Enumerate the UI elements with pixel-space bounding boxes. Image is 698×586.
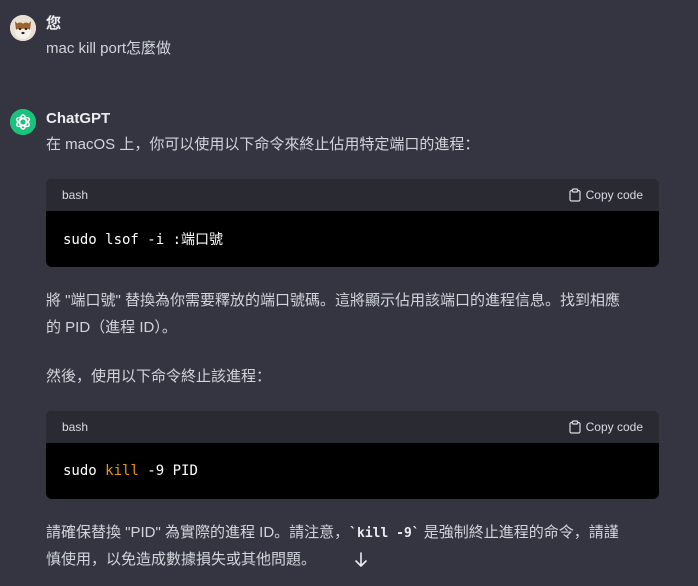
code-content: sudo kill -9 PID bbox=[46, 443, 659, 499]
clipboard-icon bbox=[569, 188, 581, 202]
assistant-intro: 在 macOS 上，你可以使用以下命令來終止佔用特定端口的進程： bbox=[46, 136, 480, 153]
paragraph-4-text-a: 請確保替換 "PID" 為實際的進程 ID。請注意， bbox=[46, 524, 350, 541]
chat-page: 您 mac kill port怎麼做 ChatGPT 在 macOS 上，你可以… bbox=[0, 0, 698, 586]
code-keyword: kill bbox=[105, 463, 139, 479]
inline-code: `kill -9` bbox=[349, 526, 420, 541]
user-avatar bbox=[10, 15, 36, 41]
openai-logo-icon bbox=[10, 109, 36, 135]
code-language: bash bbox=[62, 188, 89, 202]
copy-code-label: Copy code bbox=[585, 188, 643, 202]
paragraph-4-line-2: 慎使用，以免造成數據損失或其他問題。 bbox=[46, 551, 317, 568]
arrow-down-icon bbox=[355, 552, 367, 567]
paragraph-3: 然後，使用以下命令終止該進程： bbox=[46, 368, 272, 385]
clipboard-icon bbox=[569, 420, 581, 434]
paragraph-2-line-2: 的 PID（進程 ID）。 bbox=[46, 319, 177, 336]
paragraph-4-line-1: 請確保替換 "PID" 為實際的進程 ID。請注意，`kill -9` 是強制終… bbox=[46, 520, 619, 547]
user-name: 您 bbox=[46, 15, 62, 32]
code-line: sudo lsof -i :端口號 bbox=[63, 232, 224, 248]
copy-code-label: Copy code bbox=[585, 420, 643, 434]
paragraph-2-line-1: 將 "端口號" 替換為你需要釋放的端口號碼。這將顯示佔用該端口的進程信息。找到相… bbox=[46, 292, 620, 309]
code-block-header: bash Copy code bbox=[46, 179, 659, 211]
code-block-header: bash Copy code bbox=[46, 411, 659, 443]
assistant-name: ChatGPT bbox=[46, 110, 111, 127]
assistant-avatar bbox=[10, 109, 36, 135]
scroll-to-bottom-button[interactable] bbox=[347, 546, 375, 574]
code-block-1: bash Copy code sudo lsof -i :端口號 bbox=[46, 179, 659, 267]
paragraph-4-text-b: 是強制終止進程的命令，請謹 bbox=[419, 524, 619, 541]
code-content: sudo lsof -i :端口號 bbox=[46, 211, 659, 267]
user-text: mac kill port怎麼做 bbox=[46, 40, 172, 57]
code-part-2: -9 PID bbox=[138, 463, 198, 479]
copy-code-button[interactable]: Copy code bbox=[569, 420, 643, 434]
code-part-1: sudo bbox=[63, 463, 106, 479]
dog-avatar-icon bbox=[10, 15, 36, 41]
copy-code-button[interactable]: Copy code bbox=[569, 188, 643, 202]
code-language: bash bbox=[62, 420, 89, 434]
code-block-2: bash Copy code sudo kill -9 PID bbox=[46, 411, 659, 499]
